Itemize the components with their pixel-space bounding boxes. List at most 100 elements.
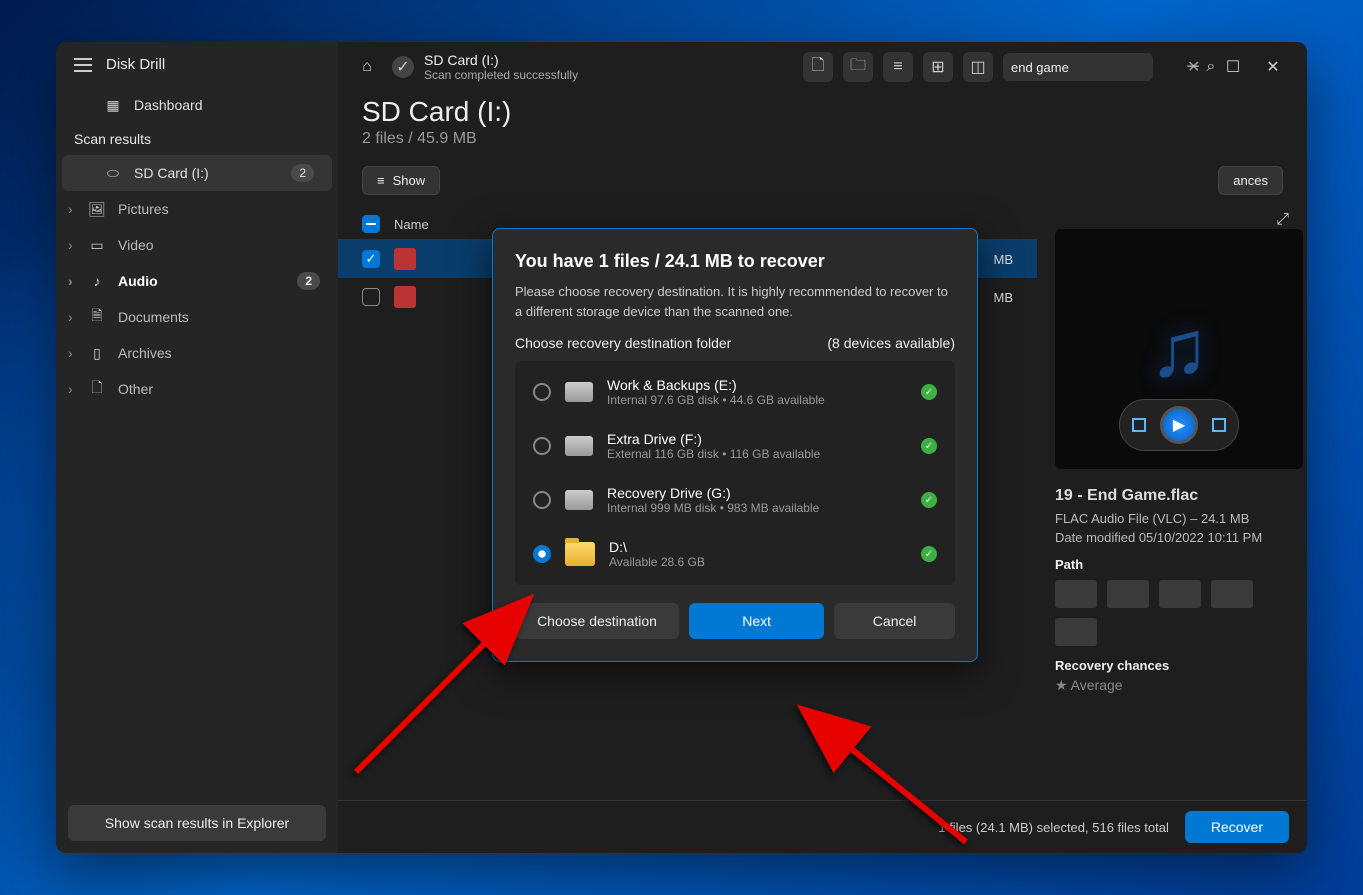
column-name: Name [394, 217, 429, 232]
file-icon: 🗋 [88, 380, 106, 398]
app-name: Disk Drill [106, 56, 165, 73]
sidebar-item-video[interactable]: ›▭Video [56, 227, 338, 263]
chevron-right-icon: › [68, 237, 76, 253]
image-icon: 🖼 [88, 200, 106, 218]
video-icon: ▭ [88, 236, 106, 254]
radio-button[interactable] [533, 545, 551, 563]
devices-available: (8 devices available) [827, 335, 955, 351]
ok-badge-icon: ✓ [921, 546, 937, 562]
file-name: 19 - End Game.flac [1055, 487, 1289, 505]
next-button[interactable]: Next [689, 603, 824, 639]
music-note-icon: ♫ [1149, 303, 1209, 395]
show-filter[interactable]: ≡Show [362, 166, 440, 195]
drive-icon [565, 382, 593, 402]
minimize-button[interactable]: ─ [1173, 52, 1213, 82]
page-subtitle: 2 files / 45.9 MB [362, 130, 1283, 148]
cancel-button[interactable]: Cancel [834, 603, 955, 639]
chevron-right-icon: › [68, 273, 76, 289]
recover-button[interactable]: Recover [1185, 811, 1289, 843]
drive-icon: ⬭ [104, 164, 122, 182]
path-segment [1159, 580, 1201, 608]
chevron-right-icon: › [68, 309, 76, 325]
play-button[interactable]: ▶ [1160, 406, 1198, 444]
folder-icon [565, 542, 595, 566]
recovery-chances: ★ Average [1055, 677, 1289, 694]
sidebar-item-sdcard[interactable]: ⬭ SD Card (I:) 2 [62, 155, 332, 191]
menu-icon[interactable] [74, 58, 92, 72]
path-label: Path [1055, 557, 1289, 572]
file-type: FLAC Audio File (VLC) – 24.1 MB [1055, 511, 1289, 526]
stop-icon[interactable] [1132, 418, 1146, 432]
file-thumb-icon [394, 286, 416, 308]
preview-pane: ♫ ▶ [1055, 229, 1303, 469]
radio-button[interactable] [533, 437, 551, 455]
radio-button[interactable] [533, 383, 551, 401]
radio-button[interactable] [533, 491, 551, 509]
path-segment [1211, 580, 1253, 608]
chevron-right-icon: › [68, 381, 76, 397]
app-window: Disk Drill ▦ Dashboard Scan results ⬭ SD… [56, 42, 1307, 853]
destination-item[interactable]: Work & Backups (E:)Internal 97.6 GB disk… [519, 365, 951, 419]
home-icon[interactable]: ⌂ [352, 52, 382, 82]
row-checkbox[interactable] [362, 288, 380, 306]
chances-filter[interactable]: ances [1218, 166, 1283, 195]
count-badge: 2 [291, 164, 314, 182]
maximize-button[interactable]: ☐ [1213, 52, 1253, 82]
ok-badge-icon: ✓ [921, 492, 937, 508]
row-checkbox[interactable]: ✓ [362, 250, 380, 268]
panel-icon[interactable]: ◫ [963, 52, 993, 82]
select-all-checkbox[interactable] [362, 215, 380, 233]
popout-icon[interactable]: ⤢ [1276, 211, 1289, 229]
archive-icon: ▯ [88, 344, 106, 362]
destination-item[interactable]: Recovery Drive (G:)Internal 999 MB disk … [519, 473, 951, 527]
page-title: SD Card (I:) [362, 96, 1283, 128]
choose-destination-button[interactable]: Choose destination [515, 603, 679, 639]
list-icon[interactable]: ≡ [883, 52, 913, 82]
drive-icon [565, 490, 593, 510]
chevron-right-icon: › [68, 345, 76, 361]
path-segment [1107, 580, 1149, 608]
chances-label: Recovery chances [1055, 658, 1289, 673]
modal-title: You have 1 files / 24.1 MB to recover [515, 251, 955, 272]
music-icon: ♪ [88, 272, 106, 290]
destination-item-selected[interactable]: D:\Available 28.6 GB ✓ [519, 527, 951, 581]
search-input[interactable]: ✕ ⌕ [1003, 53, 1153, 81]
sidebar-item-audio[interactable]: ›♪Audio2 [56, 263, 338, 299]
path-segment [1055, 580, 1097, 608]
sidebar: Disk Drill ▦ Dashboard Scan results ⬭ SD… [56, 42, 338, 853]
sidebar-section-label: Scan results [56, 123, 338, 155]
details-panel: ⤢ ♫ ▶ 19 - End Game.flac FLAC Audio File… [1037, 201, 1307, 800]
folder-icon[interactable]: 🗀 [843, 52, 873, 82]
destination-list: Work & Backups (E:)Internal 97.6 GB disk… [515, 361, 955, 585]
ok-badge-icon: ✓ [921, 384, 937, 400]
scan-status: Scan completed successfully [424, 68, 578, 82]
grid-icon[interactable]: ⊞ [923, 52, 953, 82]
sidebar-dashboard[interactable]: ▦ Dashboard [56, 87, 338, 123]
chevron-right-icon: › [68, 201, 76, 217]
show-in-explorer-button[interactable]: Show scan results in Explorer [68, 805, 326, 841]
choose-label: Choose recovery destination folder [515, 335, 731, 351]
destination-item[interactable]: Extra Drive (F:)External 116 GB disk • 1… [519, 419, 951, 473]
file-modified: Date modified 05/10/2022 10:11 PM [1055, 530, 1289, 545]
sidebar-item-documents[interactable]: ›🗎Documents [56, 299, 338, 335]
file-thumb-icon [394, 248, 416, 270]
file-icon[interactable]: 🗋 [803, 52, 833, 82]
modal-description: Please choose recovery destination. It i… [515, 282, 955, 321]
selection-status: 1 files (24.1 MB) selected, 516 files to… [938, 820, 1169, 835]
footer: 1 files (24.1 MB) selected, 516 files to… [338, 800, 1307, 853]
status-check-icon: ✓ [392, 56, 414, 78]
path-segment [1055, 618, 1097, 646]
count-badge: 2 [297, 272, 320, 290]
topbar: ⌂ ✓ SD Card (I:) Scan completed successf… [338, 42, 1307, 92]
sidebar-item-pictures[interactable]: ›🖼Pictures [56, 191, 338, 227]
recovery-destination-modal: You have 1 files / 24.1 MB to recover Pl… [492, 228, 978, 662]
breadcrumb-title: SD Card (I:) [424, 52, 578, 68]
document-icon: 🗎 [88, 308, 106, 326]
drive-icon [565, 436, 593, 456]
ok-badge-icon: ✓ [921, 438, 937, 454]
sidebar-item-other[interactable]: ›🗋Other [56, 371, 338, 407]
close-button[interactable]: ✕ [1253, 52, 1293, 82]
sidebar-item-archives[interactable]: ›▯Archives [56, 335, 338, 371]
grid-icon: ▦ [104, 96, 122, 114]
fullscreen-icon[interactable] [1212, 418, 1226, 432]
